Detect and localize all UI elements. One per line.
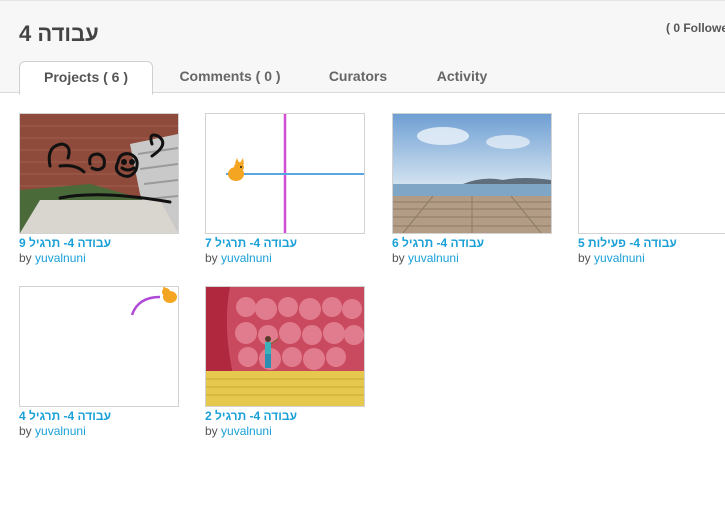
project-title[interactable]: עבודה 4- תרגיל 9 [19,236,199,250]
project-card: עבודה 4- פעילות 5 by yuvalnuni [578,113,725,273]
brick-wall-drawing-image [20,114,178,233]
project-thumbnail[interactable] [392,113,552,234]
project-thumbnail[interactable] [19,286,179,407]
project-byline: by yuvalnuni [205,251,272,265]
by-label: by [19,251,32,265]
tab-comments[interactable]: Comments ( 0 ) [163,61,297,94]
blank-stage-image [579,114,725,233]
project-author[interactable]: yuvalnuni [221,424,272,438]
by-label: by [205,424,218,438]
axis-lines-image [206,114,364,233]
tab-activity[interactable]: Activity [423,61,501,94]
project-card: עבודה 4- תרגיל 9 by yuvalnuni [19,113,181,273]
tab-projects[interactable]: Projects ( 6 ) [19,61,153,95]
arc-path-image [20,287,178,406]
project-title[interactable]: עבודה 4- תרגיל 4 [19,409,199,423]
project-author[interactable]: yuvalnuni [35,251,86,265]
project-title[interactable]: עבודה 4- תרגיל 7 [205,236,385,250]
studio-header: עבודה 4 ( 0 Followe Projects ( 6 ) Comme… [0,0,725,95]
project-card: עבודה 4- תרגיל 6 by yuvalnuni [392,113,554,273]
project-thumbnail[interactable] [578,113,725,234]
project-byline: by yuvalnuni [578,251,645,265]
followers-count[interactable]: ( 0 Followe [666,21,725,35]
seaside-deck-image [393,114,551,233]
studio-title: עבודה 4 [19,21,99,46]
project-byline: by yuvalnuni [392,251,459,265]
project-byline: by yuvalnuni [19,251,86,265]
project-author[interactable]: yuvalnuni [408,251,459,265]
project-card: עבודה 4- תרגיל 2 by yuvalnuni [205,286,367,446]
tab-curators[interactable]: Curators [315,61,401,94]
by-label: by [205,251,218,265]
project-author[interactable]: yuvalnuni [221,251,272,265]
by-label: by [578,251,591,265]
project-byline: by yuvalnuni [19,424,86,438]
project-byline: by yuvalnuni [205,424,272,438]
project-thumbnail[interactable] [205,113,365,234]
project-title[interactable]: עבודה 4- תרגיל 6 [392,236,572,250]
project-title[interactable]: עבודה 4- פעילות 5 [578,236,725,250]
project-author[interactable]: yuvalnuni [594,251,645,265]
project-thumbnail[interactable] [19,113,179,234]
project-author[interactable]: yuvalnuni [35,424,86,438]
project-card: עבודה 4- תרגיל 4 by yuvalnuni [19,286,181,446]
project-title[interactable]: עבודה 4- תרגיל 2 [205,409,385,423]
by-label: by [392,251,405,265]
project-thumbnail[interactable] [205,286,365,407]
studio-page: עבודה 4 ( 0 Followe Projects ( 6 ) Comme… [0,0,725,523]
by-label: by [19,424,32,438]
theater-stage-image [206,287,364,406]
project-card: עבודה 4- תרגיל 7 by yuvalnuni [205,113,367,273]
